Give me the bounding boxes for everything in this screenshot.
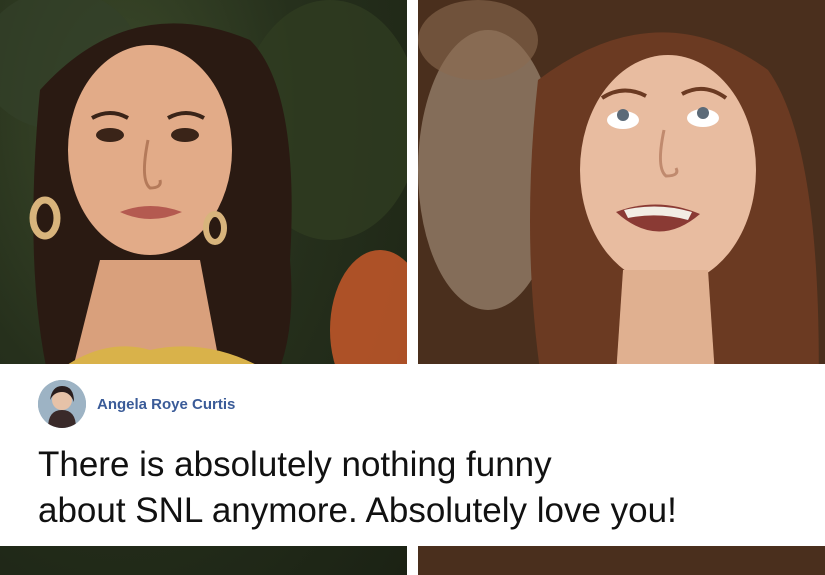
avatar[interactable] xyxy=(38,380,86,428)
comment-card: Angela Roye Curtis There is absolutely n… xyxy=(0,364,825,546)
avatar-photo-icon xyxy=(38,380,86,428)
comment-author[interactable]: Angela Roye Curtis xyxy=(97,396,235,413)
comment-text: There is absolutely nothing funny about … xyxy=(38,445,677,530)
